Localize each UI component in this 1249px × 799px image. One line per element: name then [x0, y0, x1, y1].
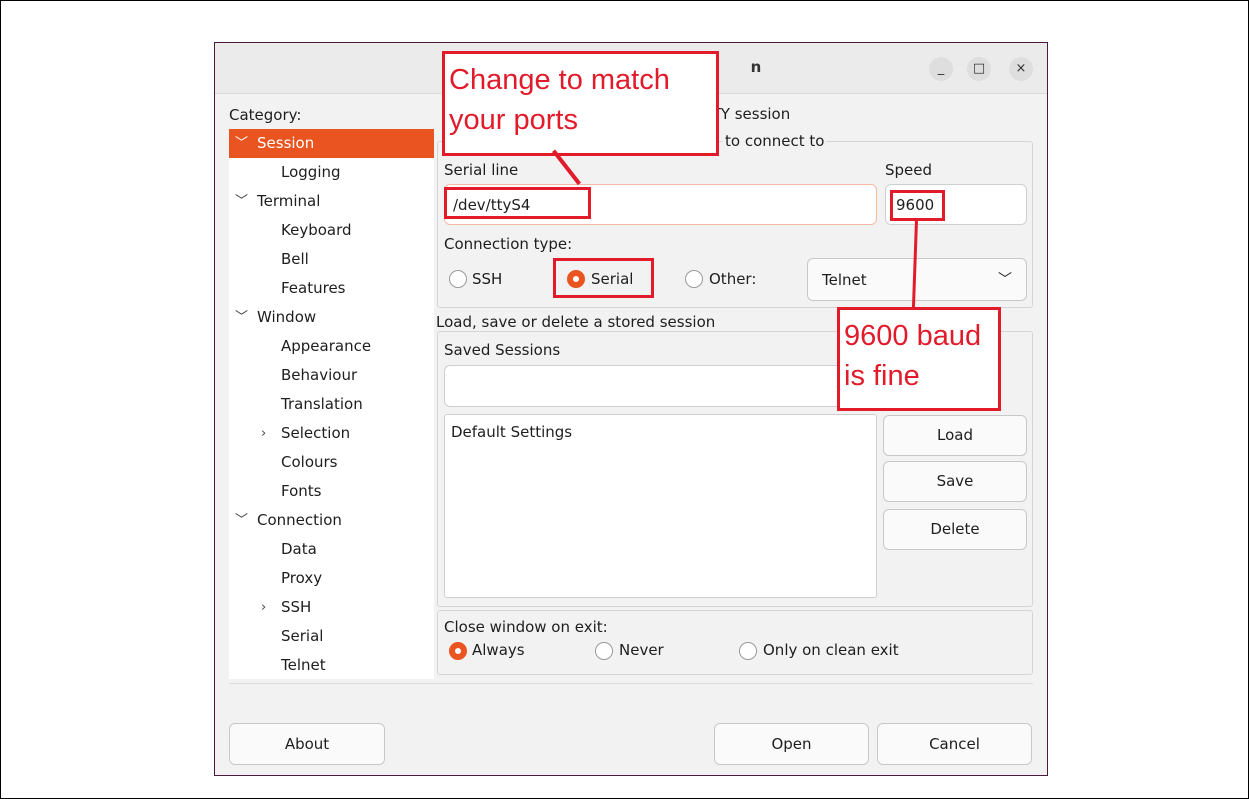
tree-item-selection[interactable]: › Selection — [229, 419, 434, 448]
category-label: Category: — [229, 106, 302, 124]
save-button[interactable]: Save — [883, 461, 1027, 502]
radio-never-label[interactable]: Never — [619, 641, 664, 659]
open-button[interactable]: Open — [714, 723, 869, 765]
tree-item-features[interactable]: Features — [229, 274, 434, 303]
chevron-down-icon: ﹀ — [235, 513, 249, 528]
chevron-down-icon: ﹀ — [998, 272, 1012, 288]
chevron-down-icon: ﹀ — [235, 136, 249, 151]
chevron-down-icon: ﹀ — [235, 310, 249, 325]
radio-ssh-label[interactable]: SSH — [472, 270, 502, 288]
maximize-button[interactable]: □ — [967, 57, 991, 81]
close-on-exit-label: Close window on exit: — [444, 618, 608, 636]
stored-session-label: Load, save or delete a stored session — [436, 313, 718, 331]
category-tree[interactable]: ﹀ Session Logging ﹀ Terminal Keyboard Bell… — [229, 129, 434, 679]
callout-baud: 9600 baud is fine — [837, 307, 1001, 411]
saved-sessions-input[interactable] — [444, 365, 877, 407]
tree-item-logging[interactable]: Logging — [229, 158, 434, 187]
radio-other[interactable] — [685, 270, 703, 288]
speed-label: Speed — [885, 161, 933, 179]
about-button[interactable]: About — [229, 723, 385, 765]
protocol-dropdown[interactable]: Telnet ﹀ — [807, 258, 1027, 301]
radio-always-label[interactable]: Always — [472, 641, 525, 659]
tree-item-behaviour[interactable]: Behaviour — [229, 361, 434, 390]
close-button[interactable]: × — [1009, 57, 1033, 81]
tree-item-window[interactable]: ﹀ Window — [229, 303, 434, 332]
sessions-list[interactable]: Default Settings — [444, 414, 877, 598]
tree-item-colours[interactable]: Colours — [229, 448, 434, 477]
radio-only-clean-exit-label[interactable]: Only on clean exit — [763, 641, 899, 659]
footer-divider — [229, 683, 1033, 684]
chevron-right-icon: › — [261, 600, 267, 615]
radio-never[interactable] — [595, 642, 613, 660]
highlight-serial-line — [444, 187, 591, 219]
list-item-default-settings[interactable]: Default Settings — [451, 423, 572, 441]
highlight-serial-radio — [553, 258, 654, 298]
tree-item-session[interactable]: ﹀ Session — [229, 129, 434, 158]
tree-item-appearance[interactable]: Appearance — [229, 332, 434, 361]
tree-item-translation[interactable]: Translation — [229, 390, 434, 419]
tree-item-data[interactable]: Data — [229, 535, 434, 564]
tree-item-keyboard[interactable]: Keyboard — [229, 216, 434, 245]
connection-type-label: Connection type: — [444, 235, 573, 253]
tree-item-connection[interactable]: ﹀ Connection — [229, 506, 434, 535]
delete-button[interactable]: Delete — [883, 509, 1027, 550]
cancel-button[interactable]: Cancel — [877, 723, 1032, 765]
highlight-speed — [890, 190, 945, 221]
tree-item-serial[interactable]: Serial — [229, 622, 434, 651]
radio-other-label[interactable]: Other: — [709, 270, 756, 288]
radio-only-clean-exit[interactable] — [739, 642, 757, 660]
serial-line-label: Serial line — [444, 161, 519, 179]
radio-always[interactable] — [449, 642, 467, 660]
saved-sessions-label: Saved Sessions — [444, 341, 561, 359]
tree-item-fonts[interactable]: Fonts — [229, 477, 434, 506]
load-button[interactable]: Load — [883, 415, 1027, 456]
chevron-right-icon: › — [261, 426, 267, 441]
tree-item-ssh[interactable]: › SSH — [229, 593, 434, 622]
radio-ssh[interactable] — [449, 270, 467, 288]
tree-item-terminal[interactable]: ﹀ Terminal — [229, 187, 434, 216]
destination-group-label: to connect to — [723, 132, 827, 150]
callout-match-ports: Change to match your ports — [442, 51, 719, 156]
tree-item-telnet[interactable]: Telnet — [229, 651, 434, 680]
tree-item-proxy[interactable]: Proxy — [229, 564, 434, 593]
chevron-down-icon: ﹀ — [235, 194, 249, 209]
tree-item-bell[interactable]: Bell — [229, 245, 434, 274]
minimize-button[interactable]: _ — [929, 57, 953, 81]
